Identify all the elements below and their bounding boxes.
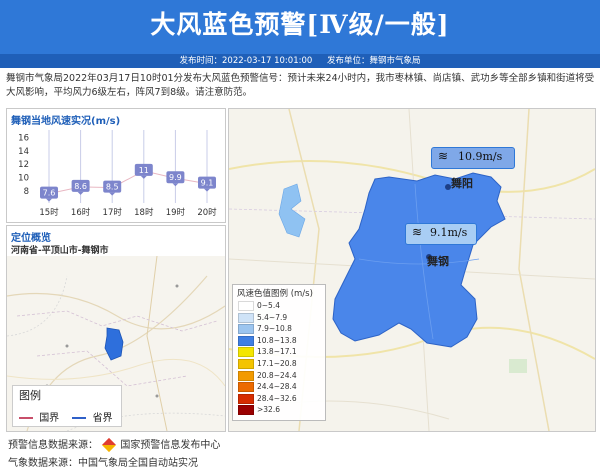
legend-label: 13.8~17.1 (257, 347, 297, 357)
wind-legend-row: 7.9~10.8 (238, 324, 292, 335)
legend-swatch (238, 405, 254, 416)
wind-speed-panel: 舞钢当地风速实况(m/s) 8 10 12 14 16 15时 16时 17时 18时 19时 20… (6, 108, 226, 223)
data-point-label: 11 (139, 166, 149, 175)
legend-label: 20.8~24.4 (257, 370, 297, 380)
legend-swatch (238, 335, 254, 346)
warning-center-name: 国家预警信息发布中心 (120, 440, 221, 451)
x-tick-label: 18时 (134, 207, 154, 218)
province-border-swatch (72, 417, 87, 419)
y-tick-label: 14 (18, 147, 29, 157)
wugang-wind-badge[interactable]: ≋ 9.1m/s (405, 223, 477, 245)
wind-legend-title: 风速色值图例 (m/s) (237, 289, 313, 299)
wuyang-wind-speed: 10.9m/s (458, 150, 503, 163)
publish-info-bar: 发布时间：2022-03-17 10:01:00 发布单位：舞钢市气象局 (0, 54, 600, 68)
region-path: 河南省-平顶山市-舞钢市 (11, 246, 109, 256)
wind-legend-row: 10.8~13.8 (238, 335, 297, 346)
wind-icon: ≋ (412, 225, 423, 239)
legend-label: 0~5.4 (257, 301, 280, 310)
data-point-label: 8.6 (74, 182, 87, 191)
y-tick-label: 8 (24, 187, 29, 197)
data-point-label: 9.1 (201, 179, 214, 188)
wind-legend-row: 17.1~20.8 (238, 359, 297, 369)
data-point-pointer (140, 175, 147, 179)
publish-unit: 发布单位：舞钢市气象局 (326, 56, 421, 66)
wind-speed-chart: 8 10 12 14 16 15时 16时 17时 18时 19时 20时 7.6 8.6 8.5 11 9.… (18, 130, 217, 218)
data-point-pointer (77, 191, 84, 195)
legend-label: 5.4~7.9 (257, 312, 288, 322)
warning-center-logo-icon (102, 437, 117, 453)
legend-swatch (238, 312, 254, 323)
location-panel-title: 定位概览 (11, 233, 51, 244)
weather-source: 气象数据来源：中国气象局全国自动站实况 (8, 458, 198, 469)
province-border-label: 省界 (92, 413, 113, 424)
legend-swatch (238, 359, 254, 369)
x-tick-label: 15时 (39, 207, 59, 218)
wind-legend-row: 28.4~32.6 (238, 393, 297, 404)
x-tick-label: 19时 (166, 207, 186, 218)
data-point-pointer (109, 192, 116, 196)
wugang-wind-speed: 9.1m/s (430, 226, 468, 239)
legend-swatch (238, 382, 254, 393)
legend-label: 17.1~20.8 (257, 359, 297, 368)
data-point-pointer (46, 198, 52, 202)
y-tick-label: 12 (18, 160, 29, 170)
header-banner: 大风蓝色预警[Ⅳ级/一般] (0, 0, 600, 54)
data-point-label: 8.5 (106, 183, 119, 192)
x-tick-label: 16时 (71, 207, 91, 218)
wind-color-legend: 风速色值图例 (m/s) 0~5.4 5.4~7.9 7.9~10.8 10.8~13… (232, 284, 326, 421)
data-point-label: 9.9 (169, 173, 182, 182)
x-tick-label: 20时 (197, 207, 217, 218)
y-tick-label: 16 (18, 133, 29, 143)
wind-legend-row: 0~5.4 (238, 301, 280, 311)
wind-icon: ≋ (438, 149, 449, 163)
wuyang-label: 舞阳 (451, 177, 473, 190)
page-title: 大风蓝色预警[Ⅳ级/一般] (150, 10, 450, 39)
y-tick-label: 10 (18, 174, 29, 184)
warning-source-label: 预警信息数据来源： (8, 440, 98, 451)
legend-swatch (238, 393, 254, 404)
data-point-pointer (204, 188, 210, 192)
data-point-label: 7.6 (43, 189, 56, 198)
wugang-label: 舞钢 (427, 255, 449, 268)
wind-legend-row: 20.8~24.4 (238, 370, 297, 381)
legend-swatch (238, 347, 254, 358)
wuyang-wind-badge[interactable]: ≋ 10.9m/s (431, 147, 515, 169)
overview-legend-title: 图例 (19, 389, 41, 402)
legend-swatch (238, 301, 254, 311)
legend-swatch (238, 324, 254, 335)
legend-label: 7.9~10.8 (257, 324, 292, 334)
legend-label: 24.4~28.4 (257, 382, 297, 392)
legend-label: 28.4~32.6 (257, 393, 297, 403)
data-point-pointer (172, 183, 179, 187)
x-tick-label: 17时 (103, 207, 123, 218)
warning-source: 预警信息数据来源： 国家预警信息发布中心 (8, 436, 221, 453)
legend-swatch (238, 370, 254, 381)
national-border-label: 国界 (39, 413, 60, 424)
warning-description: 舞钢市气象局2022年03月17日10时01分发布大风蓝色预警信号：预计未来24… (6, 73, 595, 98)
publish-time: 发布时间：2022-03-17 10:01:00 (179, 56, 313, 66)
legend-label: 10.8~13.8 (257, 335, 297, 345)
wind-legend-row: >32.6 (238, 405, 280, 416)
wind-region (332, 172, 506, 348)
legend-label: >32.6 (257, 405, 280, 415)
wind-legend-row: 5.4~7.9 (238, 312, 288, 323)
overview-legend: 图例 国界 省界 (12, 385, 122, 427)
wind-legend-row: 24.4~28.4 (238, 382, 297, 393)
national-border-swatch (19, 417, 33, 419)
wind-legend-row: 13.8~17.1 (238, 347, 297, 358)
